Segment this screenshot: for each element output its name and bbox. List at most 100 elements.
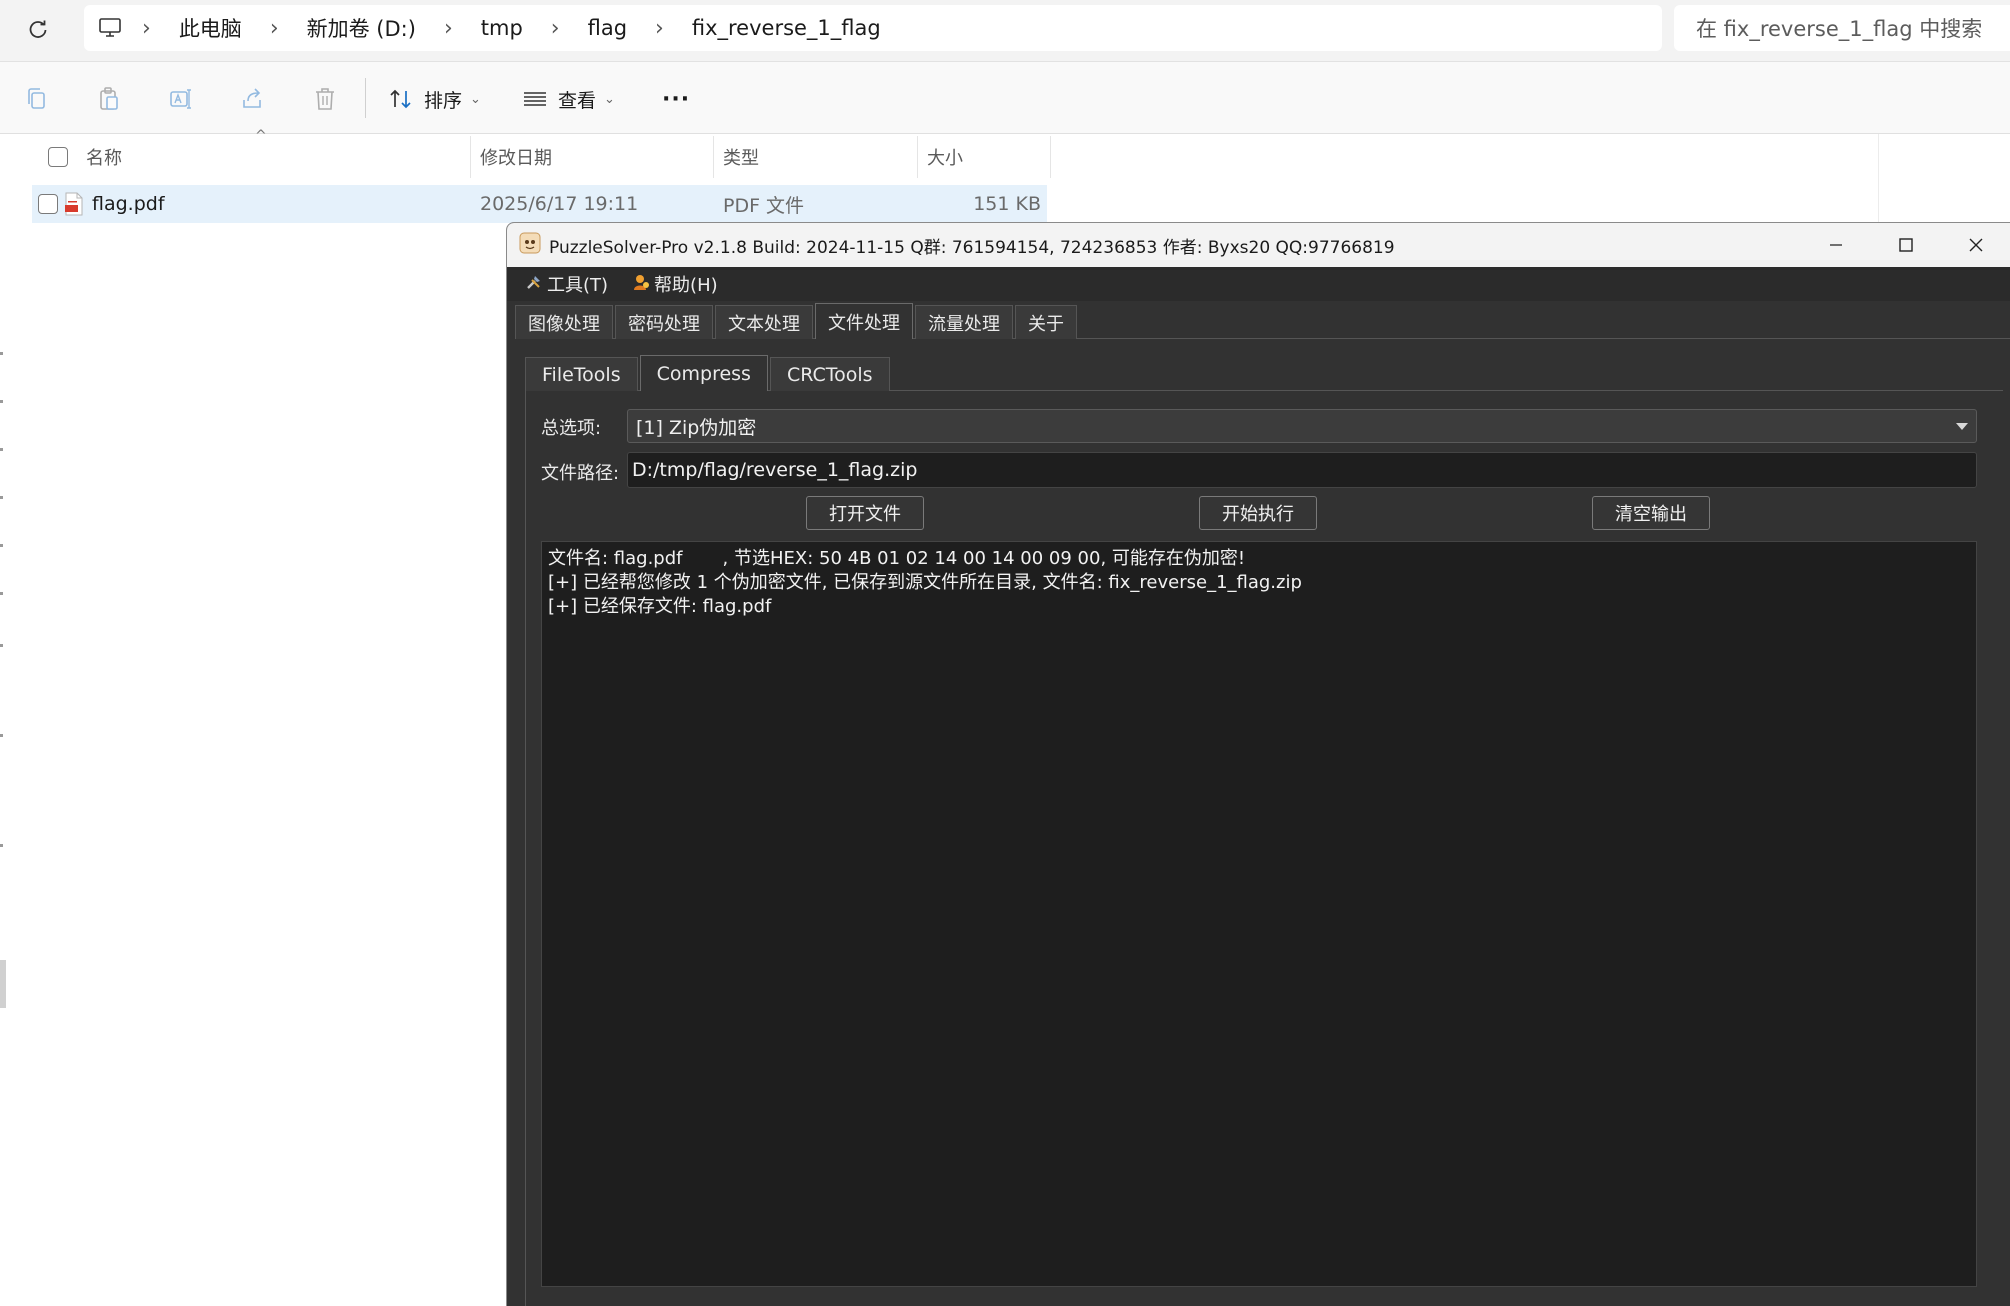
pdf-file-icon	[64, 185, 84, 223]
scrollbar-thumb[interactable]	[0, 960, 6, 1008]
breadcrumb-flag[interactable]: flag	[574, 16, 641, 40]
sub-tab-bar: FileTools Compress CRCTools	[525, 355, 892, 391]
tab-compress[interactable]: Compress	[639, 355, 768, 391]
minimize-icon	[1830, 244, 1842, 246]
this-pc-icon[interactable]	[98, 17, 122, 39]
delete-button[interactable]	[308, 82, 342, 116]
output-textarea[interactable]: 文件名: flag.pdf , 节选HEX: 50 4B 01 02 14 00…	[541, 541, 1977, 1287]
chevron-right-icon[interactable]: ›	[537, 16, 574, 41]
breadcrumb-this-pc[interactable]: 此电脑	[165, 13, 256, 43]
file-name[interactable]: flag.pdf	[92, 185, 165, 223]
file-path-value: D:/tmp/flag/reverse_1_flag.zip	[632, 459, 918, 481]
column-divider[interactable]	[713, 136, 714, 178]
sort-icon	[390, 89, 411, 109]
file-size: 151 KB	[973, 193, 1041, 215]
copy-icon	[28, 88, 45, 109]
tab-filetools[interactable]: FileTools	[525, 357, 638, 391]
maximize-icon	[1899, 238, 1913, 252]
view-label: 查看	[558, 89, 597, 112]
mode-select[interactable]: [1] Zip伪加密	[627, 409, 1977, 443]
search-placeholder: 在 fix_reverse_1_flag 中搜索	[1696, 17, 1983, 41]
chevron-down-icon: ⌄	[470, 91, 481, 107]
paste-button[interactable]	[92, 82, 126, 116]
rename-icon	[170, 89, 191, 109]
toolbar-divider	[365, 78, 366, 118]
column-modified[interactable]: 修改日期	[480, 136, 552, 178]
breadcrumb-tmp[interactable]: tmp	[467, 16, 537, 40]
refresh-icon	[29, 20, 47, 38]
tab-crctools[interactable]: CRCTools	[769, 357, 890, 391]
tab-image-processing[interactable]: 图像处理	[515, 305, 613, 339]
rename-button[interactable]	[164, 82, 198, 116]
pane-divider	[1878, 134, 1879, 224]
mode-value: [1] Zip伪加密	[636, 416, 757, 439]
address-bar: › 此电脑 › 新加卷 (D:) › tmp › flag › fix_reve…	[0, 0, 2010, 62]
tools-icon	[525, 273, 543, 296]
share-button[interactable]	[236, 82, 270, 116]
menu-tools[interactable]: 工具(T)	[525, 271, 608, 297]
view-list-icon	[524, 92, 546, 106]
column-name[interactable]: 名称	[86, 136, 122, 178]
clear-output-button[interactable]: 清空输出	[1592, 496, 1710, 530]
file-type: PDF 文件	[723, 194, 805, 217]
main-tab-bar: 图像处理 密码处理 文本处理 文件处理 流量处理 关于	[515, 303, 1079, 339]
tab-crypto-processing[interactable]: 密码处理	[615, 305, 713, 339]
tab-file-processing[interactable]: 文件处理	[815, 303, 913, 339]
window-titlebar[interactable]: PuzzleSolver-Pro v2.1.8 Build: 2024-11-1…	[507, 223, 2010, 267]
output-line: [+] 已经帮您修改 1 个伪加密文件, 已保存到源文件所在目录, 文件名: f…	[548, 572, 1302, 593]
output-line: 文件名: flag.pdf , 节选HEX: 50 4B 01 02 14 00…	[548, 548, 1246, 569]
table-row[interactable]: flag.pdf 2025/6/17 19:11 PDF 文件 151 KB	[32, 185, 1047, 223]
column-divider[interactable]	[470, 136, 471, 178]
puzzlesolver-window: PuzzleSolver-Pro v2.1.8 Build: 2024-11-1…	[506, 222, 2010, 1306]
run-button[interactable]: 开始执行	[1199, 496, 1317, 530]
column-divider[interactable]	[917, 136, 918, 178]
path-label: 文件路径:	[541, 463, 620, 484]
column-type[interactable]: 类型	[723, 136, 759, 178]
sort-button[interactable]: 排序 ⌄	[388, 80, 481, 118]
chevron-right-icon[interactable]: ›	[641, 16, 678, 41]
more-options-button[interactable]: ···	[662, 80, 690, 118]
chevron-right-icon[interactable]: ›	[430, 16, 467, 41]
mode-label: 总选项:	[541, 418, 602, 439]
more-icon: ···	[662, 86, 691, 112]
breadcrumb-current-folder[interactable]: fix_reverse_1_flag	[678, 16, 895, 40]
select-all-checkbox[interactable]	[48, 136, 68, 178]
menu-help[interactable]: 帮助(H)	[632, 271, 718, 297]
view-button[interactable]: 查看 ⌄	[522, 80, 615, 118]
close-button[interactable]	[1941, 223, 2010, 267]
chevron-right-icon[interactable]: ›	[128, 16, 165, 41]
trash-icon	[316, 88, 334, 110]
tab-text-processing[interactable]: 文本处理	[715, 305, 813, 339]
command-bar: 排序 ⌄ 查看 ⌄ ···	[0, 62, 2010, 134]
minimize-button[interactable]	[1801, 223, 1871, 267]
navigation-pane-edge	[0, 134, 10, 1306]
column-divider[interactable]	[1050, 136, 1051, 178]
file-modified: 2025/6/17 19:11	[480, 193, 639, 215]
close-icon	[1969, 238, 1983, 252]
refresh-button[interactable]	[18, 10, 58, 50]
file-path-input[interactable]: D:/tmp/flag/reverse_1_flag.zip	[627, 452, 1977, 488]
window-title: PuzzleSolver-Pro v2.1.8 Build: 2024-11-1…	[549, 237, 1395, 258]
share-icon	[243, 88, 261, 108]
dropdown-arrow-icon	[1956, 423, 1968, 430]
chevron-right-icon[interactable]: ›	[256, 16, 293, 41]
search-input[interactable]: 在 fix_reverse_1_flag 中搜索	[1674, 5, 2010, 51]
copy-button[interactable]	[20, 82, 54, 116]
row-checkbox[interactable]	[38, 185, 58, 223]
help-user-icon	[632, 273, 650, 296]
tab-traffic-processing[interactable]: 流量处理	[915, 305, 1013, 339]
sort-ascending-icon: ^	[255, 128, 267, 144]
column-size[interactable]: 大小	[927, 136, 963, 178]
open-file-button[interactable]: 打开文件	[806, 496, 924, 530]
menu-bar: 工具(T) 帮助(H)	[507, 267, 2010, 301]
sort-label: 排序	[424, 89, 463, 112]
column-header: 名称 ^ 修改日期 类型 大小	[30, 128, 1052, 178]
chevron-down-icon: ⌄	[604, 91, 615, 107]
output-line: [+] 已经保存文件: flag.pdf	[548, 596, 772, 617]
maximize-button[interactable]	[1871, 223, 1941, 267]
breadcrumb-drive-d[interactable]: 新加卷 (D:)	[293, 13, 430, 43]
tab-about[interactable]: 关于	[1015, 305, 1077, 339]
breadcrumb[interactable]: › 此电脑 › 新加卷 (D:) › tmp › flag › fix_reve…	[84, 5, 1662, 51]
app-logo-icon	[519, 232, 541, 259]
paste-icon	[100, 87, 118, 110]
